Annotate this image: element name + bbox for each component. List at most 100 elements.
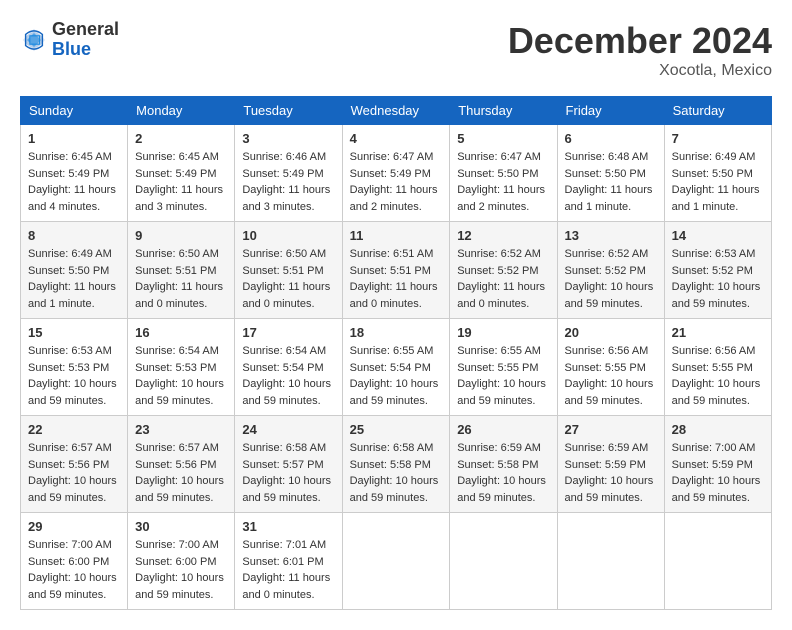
day-info: Sunrise: 6:45 AM Sunset: 5:49 PM Dayligh…: [135, 149, 227, 215]
page-header: General Blue December 2024 Xocotla, Mexi…: [20, 20, 772, 80]
day-number: 28: [672, 422, 764, 437]
sunset-label: Sunset: 6:00 PM: [28, 556, 109, 568]
day-info: Sunrise: 6:47 AM Sunset: 5:50 PM Dayligh…: [457, 149, 549, 215]
day-info: Sunrise: 6:55 AM Sunset: 5:54 PM Dayligh…: [350, 343, 443, 409]
calendar-cell: 16 Sunrise: 6:54 AM Sunset: 5:53 PM Dayl…: [128, 319, 235, 416]
sunrise-label: Sunrise: 6:54 AM: [135, 345, 219, 357]
calendar-cell: 5 Sunrise: 6:47 AM Sunset: 5:50 PM Dayli…: [450, 125, 557, 222]
calendar-cell: 3 Sunrise: 6:46 AM Sunset: 5:49 PM Dayli…: [235, 125, 342, 222]
sunrise-label: Sunrise: 6:59 AM: [565, 442, 649, 454]
sunset-label: Sunset: 5:55 PM: [457, 362, 538, 374]
daylight-label: Daylight: 10 hours and 59 minutes.: [28, 572, 117, 601]
sunrise-label: Sunrise: 7:00 AM: [135, 539, 219, 551]
day-number: 26: [457, 422, 549, 437]
day-info: Sunrise: 6:57 AM Sunset: 5:56 PM Dayligh…: [135, 440, 227, 506]
sunrise-label: Sunrise: 6:56 AM: [565, 345, 649, 357]
sunrise-label: Sunrise: 6:46 AM: [242, 151, 326, 163]
day-number: 23: [135, 422, 227, 437]
daylight-label: Daylight: 11 hours and 0 minutes.: [242, 572, 330, 601]
header-cell-monday: Monday: [128, 97, 235, 125]
daylight-label: Daylight: 11 hours and 0 minutes.: [135, 281, 223, 310]
calendar-cell: 21 Sunrise: 6:56 AM Sunset: 5:55 PM Dayl…: [664, 319, 771, 416]
day-number: 7: [672, 131, 764, 146]
logo-blue: Blue: [52, 40, 119, 60]
sunrise-label: Sunrise: 6:49 AM: [672, 151, 756, 163]
sunset-label: Sunset: 6:00 PM: [135, 556, 216, 568]
sunrise-label: Sunrise: 6:53 AM: [672, 248, 756, 260]
sunset-label: Sunset: 5:52 PM: [565, 265, 646, 277]
sunrise-label: Sunrise: 6:58 AM: [350, 442, 434, 454]
daylight-label: Daylight: 10 hours and 59 minutes.: [672, 281, 761, 310]
calendar-cell: 18 Sunrise: 6:55 AM Sunset: 5:54 PM Dayl…: [342, 319, 450, 416]
day-number: 13: [565, 228, 657, 243]
logo-icon: [20, 26, 48, 54]
daylight-label: Daylight: 10 hours and 59 minutes.: [672, 475, 761, 504]
day-info: Sunrise: 6:55 AM Sunset: 5:55 PM Dayligh…: [457, 343, 549, 409]
day-info: Sunrise: 6:45 AM Sunset: 5:49 PM Dayligh…: [28, 149, 120, 215]
sunset-label: Sunset: 5:56 PM: [28, 459, 109, 471]
sunrise-label: Sunrise: 6:45 AM: [135, 151, 219, 163]
daylight-label: Daylight: 10 hours and 59 minutes.: [350, 378, 439, 407]
day-number: 1: [28, 131, 120, 146]
day-number: 5: [457, 131, 549, 146]
daylight-label: Daylight: 11 hours and 0 minutes.: [350, 281, 438, 310]
sunrise-label: Sunrise: 6:49 AM: [28, 248, 112, 260]
daylight-label: Daylight: 10 hours and 59 minutes.: [242, 475, 331, 504]
daylight-label: Daylight: 10 hours and 59 minutes.: [565, 378, 654, 407]
sunrise-label: Sunrise: 6:57 AM: [28, 442, 112, 454]
calendar-week-5: 29 Sunrise: 7:00 AM Sunset: 6:00 PM Dayl…: [21, 513, 772, 610]
day-info: Sunrise: 7:00 AM Sunset: 6:00 PM Dayligh…: [135, 537, 227, 603]
calendar-cell: 11 Sunrise: 6:51 AM Sunset: 5:51 PM Dayl…: [342, 222, 450, 319]
calendar-cell: 10 Sunrise: 6:50 AM Sunset: 5:51 PM Dayl…: [235, 222, 342, 319]
sunrise-label: Sunrise: 6:53 AM: [28, 345, 112, 357]
sunset-label: Sunset: 5:50 PM: [565, 168, 646, 180]
sunrise-label: Sunrise: 6:56 AM: [672, 345, 756, 357]
daylight-label: Daylight: 10 hours and 59 minutes.: [672, 378, 761, 407]
day-info: Sunrise: 6:58 AM Sunset: 5:57 PM Dayligh…: [242, 440, 334, 506]
calendar-cell: 2 Sunrise: 6:45 AM Sunset: 5:49 PM Dayli…: [128, 125, 235, 222]
sunset-label: Sunset: 5:50 PM: [457, 168, 538, 180]
day-number: 3: [242, 131, 334, 146]
calendar-cell: 20 Sunrise: 6:56 AM Sunset: 5:55 PM Dayl…: [557, 319, 664, 416]
daylight-label: Daylight: 10 hours and 59 minutes.: [135, 475, 224, 504]
day-number: 16: [135, 325, 227, 340]
day-info: Sunrise: 6:53 AM Sunset: 5:52 PM Dayligh…: [672, 246, 764, 312]
sunset-label: Sunset: 5:55 PM: [672, 362, 753, 374]
calendar-week-2: 8 Sunrise: 6:49 AM Sunset: 5:50 PM Dayli…: [21, 222, 772, 319]
day-number: 10: [242, 228, 334, 243]
calendar-cell: 7 Sunrise: 6:49 AM Sunset: 5:50 PM Dayli…: [664, 125, 771, 222]
sunset-label: Sunset: 5:55 PM: [565, 362, 646, 374]
calendar-week-3: 15 Sunrise: 6:53 AM Sunset: 5:53 PM Dayl…: [21, 319, 772, 416]
sunset-label: Sunset: 5:54 PM: [242, 362, 323, 374]
day-number: 15: [28, 325, 120, 340]
day-info: Sunrise: 6:56 AM Sunset: 5:55 PM Dayligh…: [565, 343, 657, 409]
day-number: 9: [135, 228, 227, 243]
daylight-label: Daylight: 10 hours and 59 minutes.: [565, 281, 654, 310]
sunrise-label: Sunrise: 6:50 AM: [242, 248, 326, 260]
sunrise-label: Sunrise: 6:48 AM: [565, 151, 649, 163]
day-info: Sunrise: 6:51 AM Sunset: 5:51 PM Dayligh…: [350, 246, 443, 312]
sunrise-label: Sunrise: 6:47 AM: [457, 151, 541, 163]
day-info: Sunrise: 6:57 AM Sunset: 5:56 PM Dayligh…: [28, 440, 120, 506]
daylight-label: Daylight: 10 hours and 59 minutes.: [565, 475, 654, 504]
logo-text: General Blue: [52, 20, 119, 60]
daylight-label: Daylight: 11 hours and 2 minutes.: [350, 184, 438, 213]
calendar-cell: [664, 513, 771, 610]
day-number: 27: [565, 422, 657, 437]
sunrise-label: Sunrise: 6:47 AM: [350, 151, 434, 163]
sunset-label: Sunset: 5:58 PM: [457, 459, 538, 471]
calendar-cell: 26 Sunrise: 6:59 AM Sunset: 5:58 PM Dayl…: [450, 416, 557, 513]
sunrise-label: Sunrise: 6:57 AM: [135, 442, 219, 454]
day-number: 11: [350, 228, 443, 243]
daylight-label: Daylight: 11 hours and 1 minute.: [28, 281, 116, 310]
calendar-cell: 9 Sunrise: 6:50 AM Sunset: 5:51 PM Dayli…: [128, 222, 235, 319]
sunset-label: Sunset: 5:49 PM: [242, 168, 323, 180]
title-area: December 2024 Xocotla, Mexico: [508, 20, 772, 80]
day-info: Sunrise: 6:52 AM Sunset: 5:52 PM Dayligh…: [457, 246, 549, 312]
daylight-label: Daylight: 11 hours and 3 minutes.: [135, 184, 223, 213]
header-cell-saturday: Saturday: [664, 97, 771, 125]
day-number: 14: [672, 228, 764, 243]
calendar-cell: 19 Sunrise: 6:55 AM Sunset: 5:55 PM Dayl…: [450, 319, 557, 416]
sunset-label: Sunset: 5:51 PM: [242, 265, 323, 277]
calendar-cell: [450, 513, 557, 610]
